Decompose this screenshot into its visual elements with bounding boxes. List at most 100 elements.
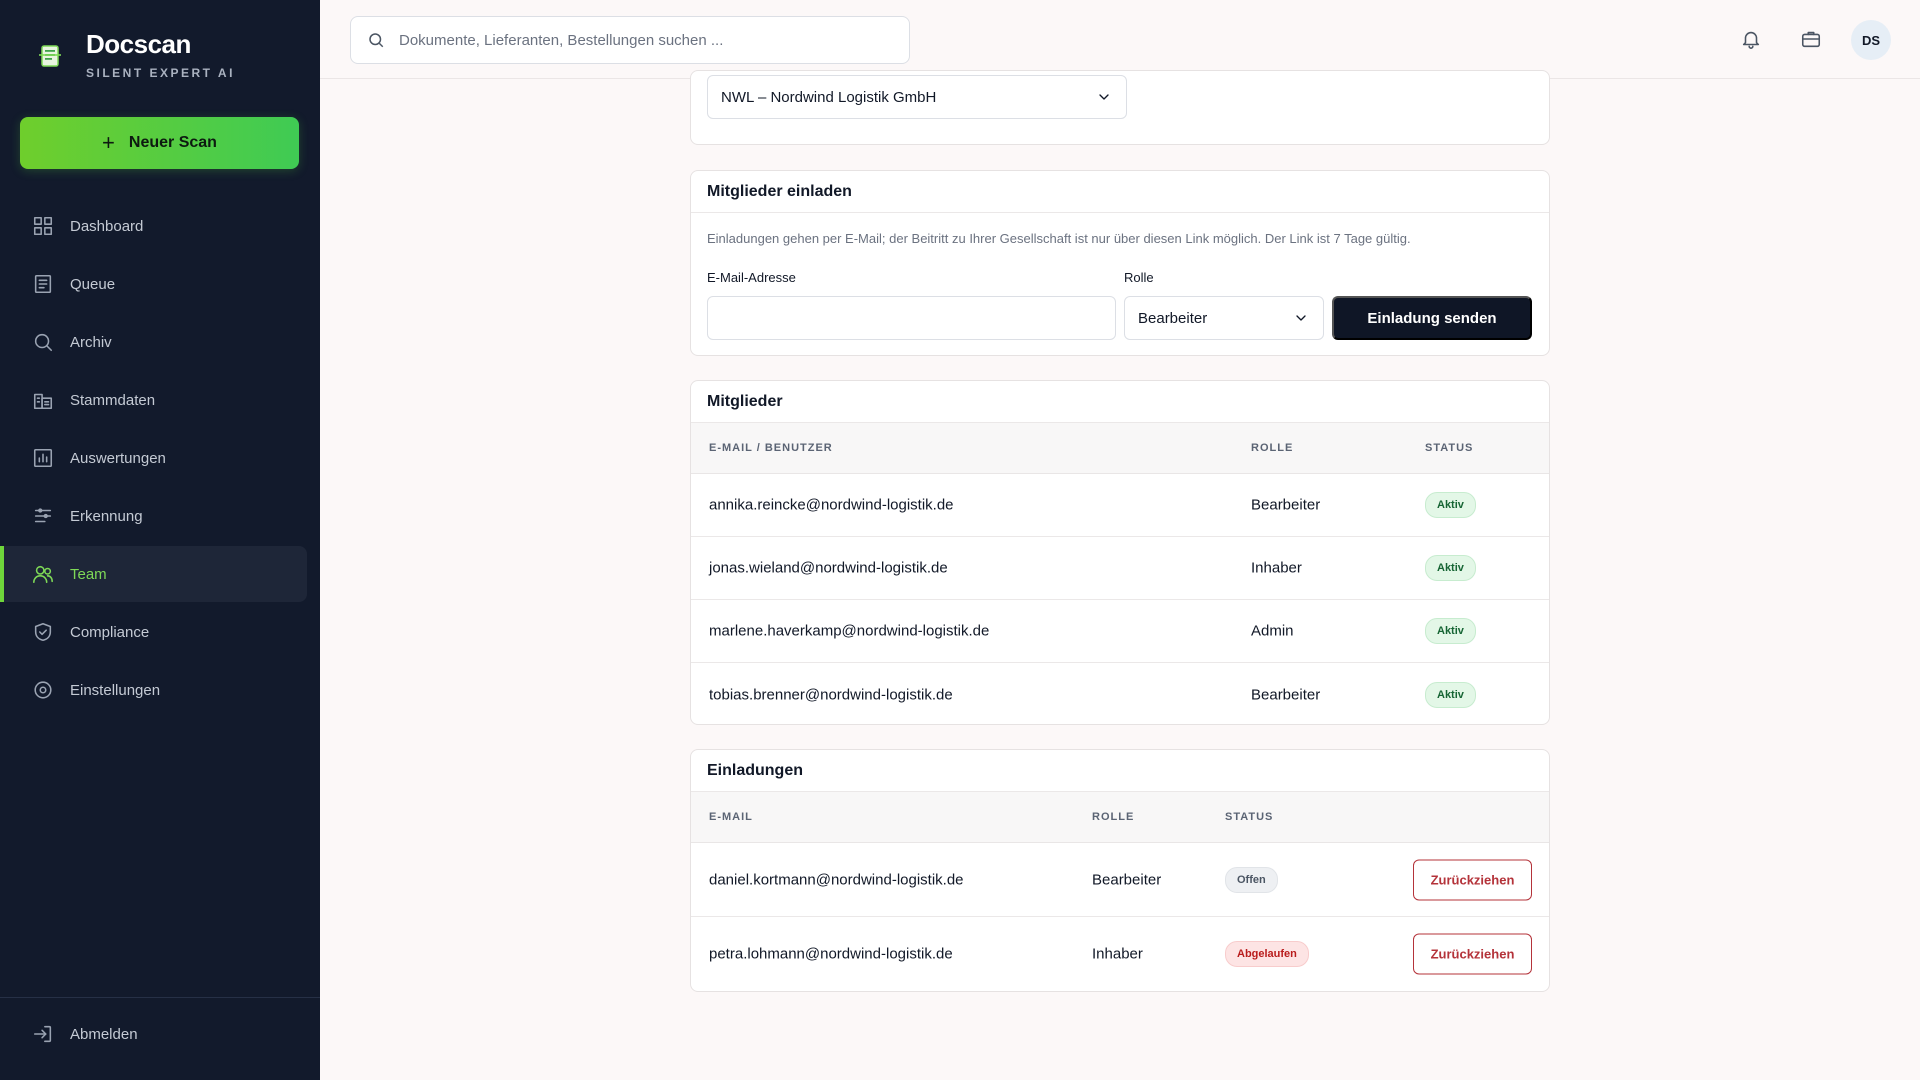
sidebar-item-auswertungen[interactable]: Auswertungen [0, 430, 320, 486]
briefcase-button[interactable] [1800, 28, 1824, 52]
role-select-value: Bearbeiter [1138, 309, 1208, 327]
column-header: ROLLE [1092, 811, 1135, 823]
brand[interactable]: Docscan SILENT EXPERT AI [36, 26, 235, 80]
logout-icon [32, 1023, 54, 1045]
sidebar-item-label: Einstellungen [70, 681, 161, 699]
member-role: Inhaber [1251, 559, 1302, 577]
gear-icon [32, 679, 54, 701]
invite-role: Inhaber [1092, 945, 1143, 963]
status-badge: Offen [1225, 866, 1278, 893]
members-table-header: E-MAIL / BENUTZER ROLLE STATUS [691, 423, 1549, 474]
notifications-button[interactable] [1740, 28, 1764, 52]
member-email: tobias.brenner@nordwind-logistik.de [709, 686, 953, 703]
search-box[interactable] [350, 16, 910, 64]
member-role: Bearbeiter [1251, 686, 1321, 703]
users-icon [32, 563, 54, 585]
table-row: petra.lohmann@nordwind-logistik.de Inhab… [691, 917, 1549, 991]
column-header: ROLLE [1251, 442, 1294, 454]
sidebar-item-label: Compliance [70, 623, 150, 641]
docscan-logo-icon [39, 45, 61, 67]
invitations-title: Einladungen [691, 750, 1549, 792]
table-row: marlene.haverkamp@nordwind-logistik.de A… [691, 600, 1549, 663]
building-icon [32, 389, 54, 411]
revoke-button[interactable]: Zurückziehen [1413, 933, 1532, 975]
member-email: marlene.haverkamp@nordwind-logistik.de [709, 622, 990, 640]
sidebar-item-label: Team [70, 565, 107, 583]
invite-hint: Einladungen gehen per E-Mail; der Beitri… [707, 231, 1411, 246]
member-role: Bearbeiter [1251, 496, 1321, 514]
company-card: NWL – Nordwind Logistik GmbH [690, 70, 1550, 145]
member-email: annika.reincke@nordwind-logistik.de [709, 496, 954, 514]
logout-label: Abmelden [70, 1025, 138, 1043]
sidebar-item-einstellungen[interactable]: Einstellungen [0, 662, 320, 718]
role-select[interactable]: Bearbeiter [1124, 296, 1324, 340]
table-row: tobias.brenner@nordwind-logistik.de Bear… [691, 663, 1549, 726]
members-title: Mitglieder [691, 381, 1549, 423]
invite-card: Mitglieder einladen Einladungen gehen pe… [690, 170, 1550, 356]
briefcase-icon [1801, 31, 1821, 48]
invite-title: Mitglieder einladen [691, 171, 1549, 213]
member-email: jonas.wieland@nordwind-logistik.de [709, 559, 948, 577]
status-badge: Aktiv [1425, 555, 1476, 581]
email-field[interactable] [707, 296, 1116, 340]
sidebar-item-dashboard[interactable]: Dashboard [0, 198, 320, 254]
invitations-card: Einladungen E-MAIL ROLLE STATUS daniel.k… [690, 749, 1550, 992]
invite-email: daniel.kortmann@nordwind-logistik.de [709, 871, 964, 888]
column-header: E-MAIL [709, 811, 753, 823]
sidebar-item-erkennung[interactable]: Erkennung [0, 488, 320, 544]
sidebar-item-team[interactable]: Team [0, 546, 307, 602]
topbar: DS [320, 0, 1920, 79]
avatar[interactable]: DS [1851, 20, 1891, 60]
invitations-table-header: E-MAIL ROLLE STATUS [691, 792, 1549, 843]
member-role: Admin [1251, 622, 1294, 640]
bell-icon [1742, 31, 1760, 49]
sidebar-nav: Dashboard Queue Archiv Stammdaten Auswer… [0, 198, 320, 720]
revoke-button[interactable]: Zurückziehen [1413, 859, 1532, 900]
company-select-value: NWL – Nordwind Logistik GmbH [721, 88, 937, 106]
grid-icon [32, 215, 54, 237]
sidebar-item-stammdaten[interactable]: Stammdaten [0, 372, 320, 428]
sidebar-item-queue[interactable]: Queue [0, 256, 320, 312]
invite-role: Bearbeiter [1092, 871, 1162, 888]
company-select[interactable]: NWL – Nordwind Logistik GmbH [707, 75, 1127, 119]
column-header: E-MAIL / BENUTZER [709, 442, 833, 454]
table-row: annika.reincke@nordwind-logistik.de Bear… [691, 474, 1549, 537]
email-label: E-Mail-Adresse [707, 270, 796, 285]
status-badge: Aktiv [1425, 681, 1476, 708]
new-scan-label: Neuer Scan [128, 134, 217, 151]
sidebar-item-archiv[interactable]: Archiv [0, 314, 320, 370]
invite-email: petra.lohmann@nordwind-logistik.de [709, 945, 953, 963]
brand-name: Docscan [86, 29, 191, 59]
status-badge: Aktiv [1425, 492, 1476, 518]
table-row: jonas.wieland@nordwind-logistik.de Inhab… [691, 537, 1549, 600]
new-scan-button[interactable]: + Neuer Scan [20, 117, 299, 169]
sidebar-item-label: Erkennung [70, 507, 143, 525]
send-invite-button[interactable]: Einladung senden [1332, 296, 1532, 340]
chart-icon [32, 447, 54, 469]
plus-icon: + [102, 130, 115, 155]
sidebar-item-compliance[interactable]: Compliance [0, 604, 320, 660]
role-label: Rolle [1124, 270, 1154, 285]
sidebar: Docscan SILENT EXPERT AI + Neuer Scan Da… [0, 0, 320, 1080]
table-row: daniel.kortmann@nordwind-logistik.de Bea… [691, 843, 1549, 917]
sidebar-item-label: Stammdaten [70, 391, 156, 409]
members-card: Mitglieder E-MAIL / BENUTZER ROLLE STATU… [690, 380, 1550, 725]
status-badge: Abgelaufen [1225, 941, 1309, 967]
brand-tagline: SILENT EXPERT AI [86, 66, 235, 80]
sidebar-footer: Abmelden [0, 997, 320, 1070]
logout-button[interactable]: Abmelden [0, 998, 320, 1070]
column-header: STATUS [1425, 442, 1474, 454]
sliders-icon [32, 505, 54, 527]
search-input[interactable] [399, 31, 879, 49]
chevron-down-icon [1293, 310, 1309, 326]
search-icon [369, 33, 384, 48]
list-icon [32, 273, 54, 295]
chevron-down-icon [1096, 89, 1112, 105]
status-badge: Aktiv [1425, 618, 1476, 644]
search-icon [32, 331, 54, 353]
sidebar-item-label: Auswertungen [70, 449, 166, 467]
sidebar-item-label: Dashboard [70, 217, 144, 235]
shield-icon [32, 621, 54, 643]
column-header: STATUS [1225, 811, 1274, 823]
sidebar-item-label: Archiv [70, 333, 112, 351]
